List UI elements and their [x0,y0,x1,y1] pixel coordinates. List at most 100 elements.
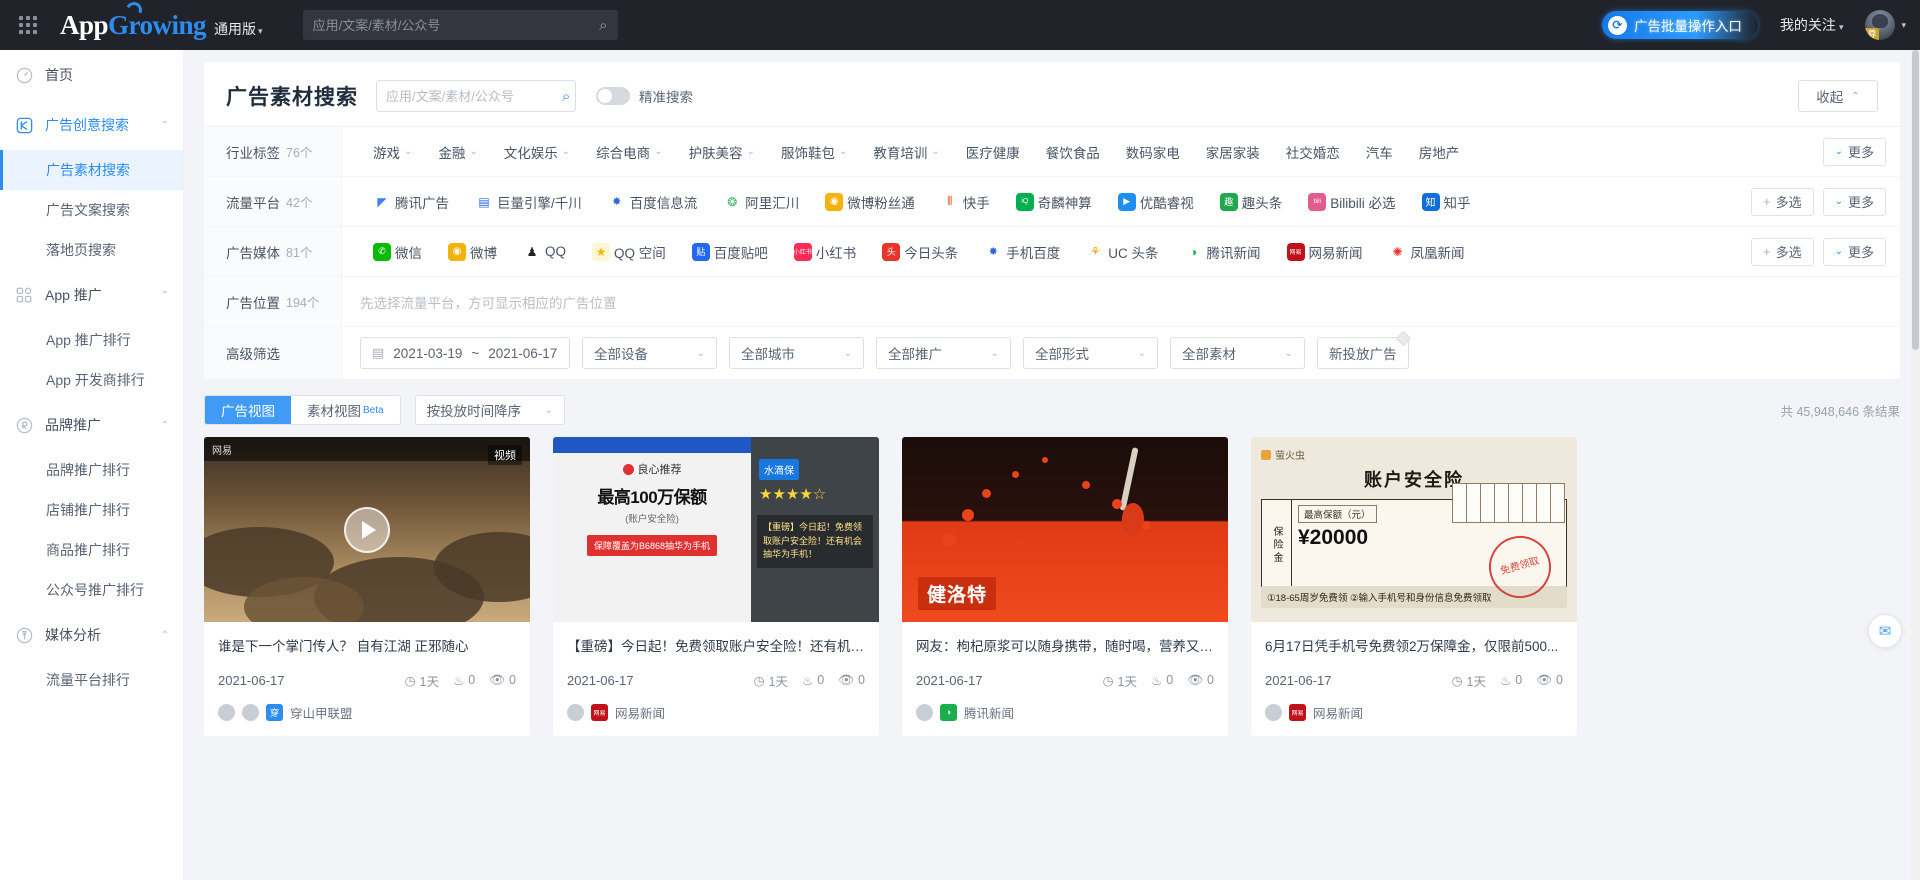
platform-chip-alimama[interactable]: ❂ 阿里汇川 [710,187,812,217]
brand[interactable]: AppGrowing 通用版 ▾ [60,0,263,41]
platform-chip-weibo-fanstong[interactable]: ◉ 微博粉丝通 [812,187,928,217]
avatar[interactable]: 至尊 [1865,10,1896,40]
sidebar-item-brand-promotion-label: 品牌推广 [45,417,101,433]
sidebar-item-shop-rank[interactable]: 店铺推广排行 [0,490,183,530]
platform-chip-qilin[interactable]: iQ 奇麟神算 [1003,187,1105,217]
media-chip-xiaohongshu[interactable]: 小红书 小红书 [781,237,870,267]
traffic-platform-more-button[interactable]: ⌄ 更多 [1822,187,1886,216]
result-card[interactable]: 网易 视频 谁是下一个掌门传人？ 自有江湖 正邪随心 2021-06-17 ◷ 1… [204,437,530,736]
batch-operation-entry-button[interactable]: ⟳ 广告批量操作入口 [1601,11,1758,39]
play-icon[interactable] [344,506,390,553]
platform-chip-oceanengine[interactable]: ▤ 巨量引擎/千川 [462,187,595,217]
material-select[interactable]: 全部素材 ⌄ [1170,337,1305,369]
industry-chip-ecommerce[interactable]: 综合电商 ⌄ [583,137,675,167]
industry-chip-automotive[interactable]: 汽车 [1353,137,1406,167]
traffic-platform-multiselect-button[interactable]: + 多选 [1750,187,1814,216]
industry-chip-food-beverage[interactable]: 餐饮食品 [1033,137,1113,167]
media-chip-baidu-tieba[interactable]: 贴百度贴吧 [679,237,781,267]
sidebar-item-traffic-platform-rank[interactable]: 流量平台排行 [0,660,183,700]
industry-chip-game[interactable]: 游戏 ⌄ [360,137,425,167]
main-scrollbar[interactable] [1911,50,1920,880]
chip-label: 房地产 [1418,145,1460,161]
precise-search-switch[interactable] [596,87,630,105]
grid-apps-icon[interactable] [0,0,56,50]
platform-chip-youku[interactable]: ▶ 优酷睿视 [1105,187,1207,217]
sidebar-item-home[interactable]: 首页 [0,50,183,100]
sidebar-item-app-developer-rank[interactable]: App 开发商排行 [0,360,183,400]
result-card[interactable]: 萤火虫 账户安全险 保险金 最高保额（元） ¥20000 ①18-65周岁免费领… [1251,437,1577,736]
platform-chip-kuaishou[interactable]: ⦀ 快手 [928,187,1003,217]
sidebar-item-material-search[interactable]: 广告素材搜索 [0,150,183,190]
netease-logo-icon: 网易 [1286,242,1305,261]
promotion-select[interactable]: 全部推广 ⌄ [876,337,1011,369]
ad-media-multiselect-button[interactable]: + 多选 [1750,237,1814,266]
industry-chip-culture-entertainment[interactable]: 文化娱乐 ⌄ [491,137,583,167]
tab-material-view[interactable]: 素材视图 Beta [291,396,400,424]
collapse-button[interactable]: 收起 ⌃ [1798,80,1878,112]
industry-chip-real-estate[interactable]: 房地产 [1406,137,1473,167]
media-chip-wechat[interactable]: ✆ 微信 [360,237,435,267]
tab-ad-view[interactable]: 广告视图 [205,396,291,424]
media-chip-uc-toutiao[interactable]: ⚘ UC 头条 [1073,237,1171,267]
chip-label: 快手 [962,195,990,211]
card-thumbnail[interactable]: 良心推荐 最高100万保额 (账户安全险) 保障覆盖为B6868抽华为手机 水滴… [553,437,879,622]
platform-chip-zhihu[interactable]: 知知乎 [1409,187,1484,217]
result-card[interactable]: 健洛特 网友：枸杞原浆可以随身携带，随时喝，营养又健... 2021-06-17… [902,437,1228,736]
sidebar-item-brand-rank[interactable]: 品牌推广排行 [0,450,183,490]
device-select[interactable]: 全部设备 ⌄ [582,337,717,369]
industry-chip-home-decor[interactable]: 家居家装 [1193,137,1273,167]
city-select[interactable]: 全部城市 ⌄ [729,337,864,369]
sidebar-item-media-analysis[interactable]: 媒体分析 ⌃ [0,610,183,660]
media-chip-weibo[interactable]: ◉ 微博 [435,237,510,267]
user-menu[interactable]: 至尊 ▾ [1865,10,1906,40]
brand-edition-dropdown[interactable]: 通用版 ▾ [214,19,263,39]
sort-select[interactable]: 按投放时间降序 ⌄ [414,395,565,425]
search-icon[interactable]: ⌕ [562,88,570,105]
date-range-picker[interactable]: ▤ 2021-03-19 ~ 2021-06-17 [360,337,570,369]
material-search[interactable]: ⌕ [376,80,576,112]
form-select[interactable]: 全部形式 ⌄ [1023,337,1158,369]
sidebar-item-landing-page-search[interactable]: 落地页搜索 [0,230,183,270]
sidebar-item-official-account-rank[interactable]: 公众号推广排行 [0,570,183,610]
card-thumbnail[interactable]: 萤火虫 账户安全险 保险金 最高保额（元） ¥20000 ①18-65周岁免费领… [1251,437,1577,622]
global-search-input[interactable] [312,17,600,33]
industry-chip-apparel[interactable]: 服饰鞋包 ⌄ [768,137,860,167]
chat-icon[interactable]: ✉ [1868,614,1902,648]
global-search[interactable]: ⌕ [302,10,618,40]
sidebar-item-creative-search[interactable]: 广告创意搜索 ⌃ [0,100,183,150]
sidebar-item-app-promotion-rank[interactable]: App 推广排行 [0,320,183,360]
media-chip-toutiao[interactable]: 头今日头条 [869,237,971,267]
new-ad-button[interactable]: 新投放广告 [1317,337,1409,369]
card-thumbnail[interactable]: 网易 视频 [204,437,530,622]
platform-chip-tencent-ads[interactable]: ◤ 腾讯广告 [360,187,462,217]
industry-more-button[interactable]: ⌄ 更多 [1822,137,1886,166]
precise-search-toggle[interactable]: 精准搜索 [596,86,693,106]
industry-chip-digital-appliance[interactable]: 数码家电 [1113,137,1193,167]
media-chip-ifeng-news[interactable]: ✺ 凤凰新闻 [1376,237,1478,267]
card-thumbnail[interactable]: 健洛特 [902,437,1228,622]
industry-chip-education[interactable]: 教育培训 ⌄ [860,137,952,167]
industry-chip-social-dating[interactable]: 社交婚恋 [1273,137,1353,167]
material-search-input[interactable] [386,88,562,104]
media-chip-qq[interactable]: ♟ QQ [510,237,579,267]
sidebar-item-brand-promotion[interactable]: 品牌推广 ⌃ [0,400,183,450]
media-chip-netease-news[interactable]: 网易 网易新闻 [1274,237,1376,267]
ad-media-more-button[interactable]: ⌄ 更多 [1822,237,1886,266]
platform-chip-qutoutiao[interactable]: 趣趣头条 [1207,187,1296,217]
sidebar-item-copy-search[interactable]: 广告文案搜索 [0,190,183,230]
media-chip-mobile-baidu[interactable]: ✸ 手机百度 [971,237,1073,267]
result-card[interactable]: 良心推荐 最高100万保额 (账户安全险) 保障覆盖为B6868抽华为手机 水滴… [553,437,879,736]
media-chip-tencent-news[interactable]: ◑ 腾讯新闻 [1172,237,1274,267]
platform-chip-baidu-feed[interactable]: ✸ 百度信息流 [595,187,711,217]
industry-chip-skincare-beauty[interactable]: 护肤美容 ⌄ [676,137,768,167]
sidebar-item-product-rank[interactable]: 商品推广排行 [0,530,183,570]
sidebar: 首页 广告创意搜索 ⌃ 广告素材搜索 广告文案搜索 落地页搜索 App 推广 ⌃… [0,50,184,880]
sidebar-item-app-promotion[interactable]: App 推广 ⌃ [0,270,183,320]
search-icon[interactable]: ⌕ [599,17,607,34]
my-follow-menu[interactable]: 我的关注 ▾ [1780,15,1844,35]
industry-chip-medical-health[interactable]: 医疗健康 [953,137,1033,167]
scrollbar-thumb[interactable] [1912,50,1919,350]
platform-chip-bilibili[interactable]: bili Bilibili 必选 [1295,187,1408,217]
media-chip-qzone[interactable]: ★ QQ 空间 [579,237,679,267]
industry-chip-finance[interactable]: 金融 ⌄ [425,137,490,167]
